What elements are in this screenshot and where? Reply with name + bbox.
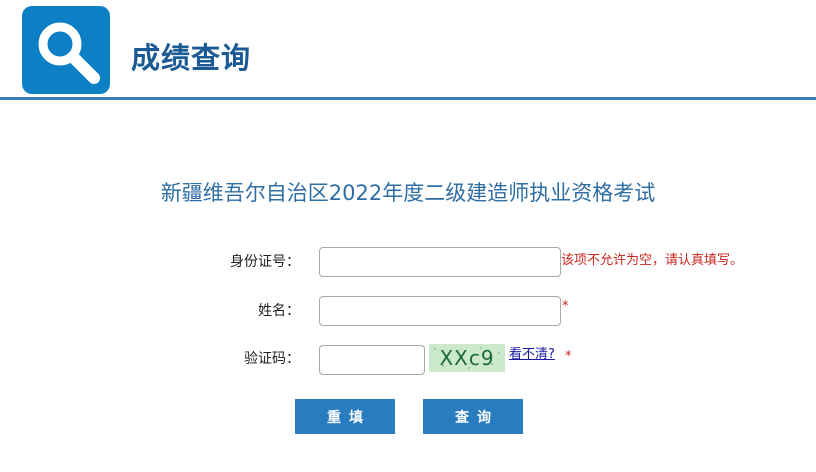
captcha-required-mark: * bbox=[565, 349, 572, 364]
name-required-mark: * bbox=[562, 299, 569, 314]
id-number-input[interactable] bbox=[319, 247, 561, 277]
captcha-refresh-link[interactable]: 看不清? bbox=[509, 346, 555, 364]
id-number-error: 该项不允许为空，请认真填写。 bbox=[561, 253, 744, 268]
exam-title: 新疆维吾尔自治区2022年度二级建造师执业资格考试 bbox=[160, 181, 656, 205]
header: 成绩查询 bbox=[0, 0, 816, 100]
captcha-input[interactable] bbox=[319, 345, 425, 375]
captcha-label: 验证码： bbox=[244, 351, 300, 367]
magnifier-icon bbox=[22, 6, 110, 94]
page-title: 成绩查询 bbox=[131, 41, 252, 75]
reset-button[interactable]: 重填 bbox=[295, 399, 395, 434]
id-number-label: 身份证号： bbox=[230, 254, 300, 270]
name-input[interactable] bbox=[319, 296, 561, 326]
query-button[interactable]: 查询 bbox=[423, 399, 523, 434]
header-divider bbox=[0, 97, 816, 100]
name-label: 姓名： bbox=[258, 303, 300, 319]
captcha-text: XXc9 bbox=[439, 346, 495, 370]
captcha-image[interactable]: XXc9 bbox=[429, 344, 505, 372]
